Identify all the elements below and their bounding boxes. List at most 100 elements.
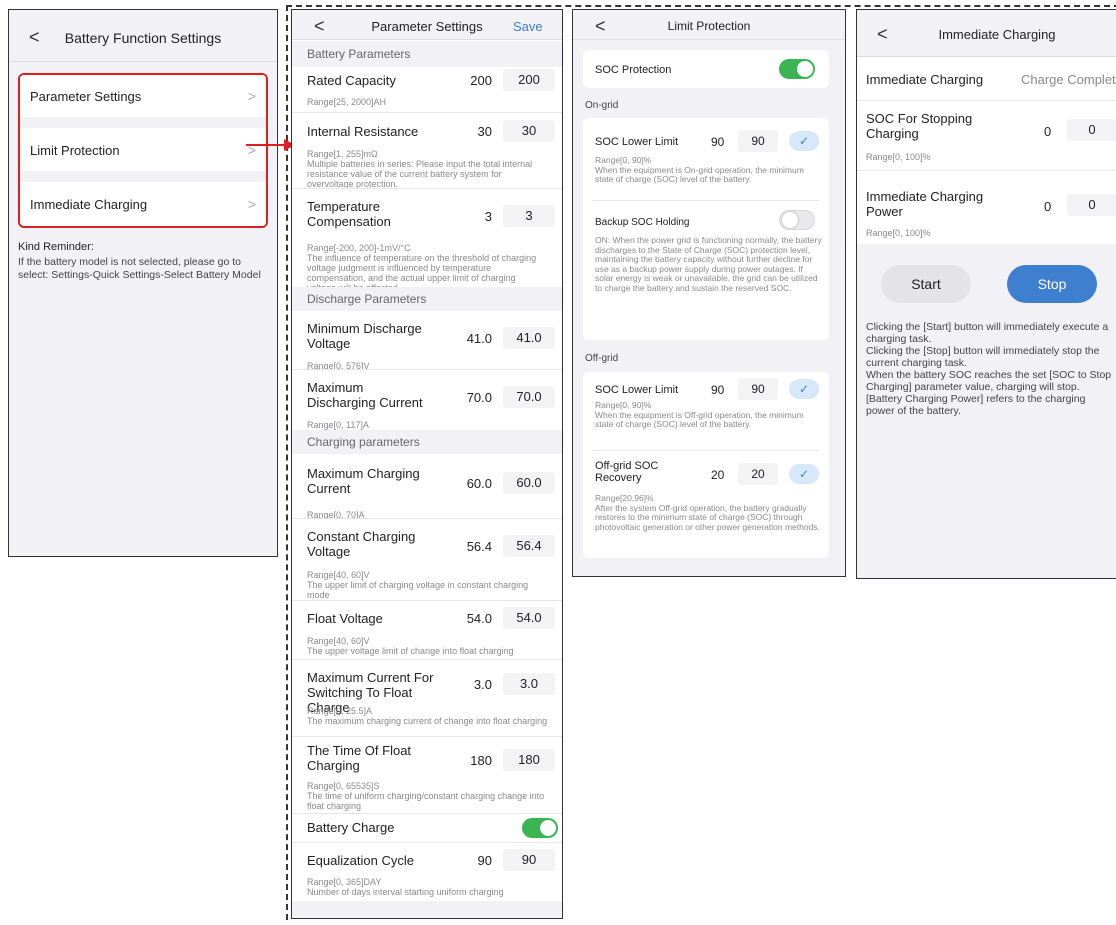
menu-item-label: Parameter Settings [30, 89, 142, 104]
soc-lower-limit-label: SOC Lower Limit [595, 136, 679, 148]
status-value: Charge Complete [1021, 72, 1116, 87]
param-input[interactable]: 70.0 [503, 386, 555, 408]
arrow-line [246, 144, 286, 146]
param-input[interactable]: 200 [503, 69, 555, 91]
param-row: Battery Charge [292, 814, 562, 842]
power-value: 0 [1044, 199, 1052, 214]
confirm-check-icon[interactable]: ✓ [789, 131, 819, 151]
limit-protection-screen: < Limit Protection SOC Protection On-gri… [572, 9, 846, 577]
param-hint: Range[1, 255]mΩ Multiple batteries in se… [307, 149, 533, 189]
off-grid-header: Off-grid [585, 353, 619, 364]
param-value: 3.0 [473, 677, 492, 692]
page-title: Battery Function Settings [64, 30, 222, 46]
param-row: SOC For Stopping Charging 0 0 Range[0, 1… [857, 101, 1116, 162]
param-input[interactable]: 41.0 [503, 327, 555, 349]
soc-protection-toggle[interactable] [779, 59, 815, 79]
immediate-charging-screen: < Immediate Charging Immediate Charging … [856, 9, 1116, 579]
off-grid-soc-recovery-value: 20 [711, 468, 725, 482]
soc-lower-limit-label: SOC Lower Limit [595, 384, 679, 396]
status-label: Immediate Charging [866, 72, 984, 87]
backup-soc-label: Backup SOC Holding [595, 217, 690, 228]
divider [593, 450, 819, 451]
chevron-right-icon: > [247, 88, 256, 104]
off-grid-soc-recovery-input[interactable]: 20 [738, 463, 778, 485]
param-input[interactable]: 56.4 [503, 535, 555, 557]
start-button[interactable]: Start [881, 265, 971, 303]
stop-soc-value: 0 [1044, 124, 1052, 139]
section-header: Battery Parameters [292, 41, 562, 67]
soc-protection-card: SOC Protection [583, 50, 829, 88]
param-input[interactable]: 60.0 [503, 472, 555, 494]
nav-bar: < Parameter Settings Save [292, 10, 562, 40]
section-header: Discharge Parameters [292, 287, 562, 311]
param-hint: Range[0, 65535]S The time of uniform cha… [307, 781, 545, 811]
param-input[interactable]: 54.0 [503, 607, 555, 629]
param-hint: Range[25, 2000]AH [307, 97, 387, 107]
param-label: Battery Charge [307, 820, 395, 835]
param-label: The Time Of Float Charging [307, 743, 412, 773]
param-hint: Range[0, 117]A [307, 420, 369, 430]
param-label: Rated Capacity [307, 73, 396, 88]
menu-item-limit-protection[interactable]: Limit Protection > [20, 128, 266, 171]
chevron-right-icon: > [247, 196, 256, 212]
param-label: Constant Charging Voltage [307, 529, 416, 559]
param-value: 60.0 [466, 476, 492, 491]
param-value: 30 [477, 124, 492, 139]
param-value: 56.4 [466, 539, 492, 554]
on-grid-card: SOC Lower Limit 90 90 ✓ Range[0, 90]% Wh… [583, 118, 829, 340]
param-hint: Range[40, 60]V The upper voltage limit o… [307, 636, 514, 656]
param-input[interactable]: 90 [503, 849, 555, 871]
off-grid-soc-recovery-label: Off-grid SOC Recovery [595, 460, 659, 484]
stop-soc-hint: Range[0, 100]% [866, 152, 931, 162]
reminder-title: Kind Reminder: [18, 241, 94, 253]
backup-soc-toggle[interactable] [779, 210, 815, 230]
soc-lower-limit-value: 90 [711, 383, 725, 397]
battery-charge-toggle[interactable] [522, 818, 558, 838]
param-row: Maximum Current For Switching To Float C… [292, 660, 562, 736]
param-input[interactable]: 3.0 [503, 673, 555, 695]
battery-function-screen: < Battery Function Settings Parameter Se… [8, 9, 278, 557]
param-row: Temperature Compensation 3 3 Range[-200,… [292, 189, 562, 293]
save-button[interactable]: Save [513, 19, 543, 34]
parameter-settings-screen: < Parameter Settings Save Battery Parame… [291, 9, 563, 919]
param-row: Maximum Discharging Current 70.0 70.0 Ra… [292, 370, 562, 430]
stop-soc-label: SOC For Stopping Charging [866, 111, 973, 141]
param-label: Temperature Compensation [307, 199, 391, 229]
power-hint: Range[0, 100]% [866, 228, 931, 238]
param-input[interactable]: 30 [503, 120, 555, 142]
param-row: Immediate Charging Power 0 0 Range[0, 10… [857, 171, 1116, 241]
param-row: The Time Of Float Charging 180 180 Range… [292, 737, 562, 813]
divider [593, 200, 819, 201]
param-label: Internal Resistance [307, 124, 419, 139]
power-label: Immediate Charging Power [866, 189, 984, 219]
status-row: Immediate Charging Charge Complete [857, 58, 1116, 100]
param-value: 70.0 [466, 390, 492, 405]
param-label: Equalization Cycle [307, 853, 414, 868]
menu-item-immediate-charging[interactable]: Immediate Charging > [20, 182, 266, 226]
stop-button[interactable]: Stop [1007, 265, 1097, 303]
param-row: Rated Capacity 200 200 Range[25, 2000]AH [292, 67, 562, 117]
param-input[interactable]: 180 [503, 749, 555, 771]
nav-bar: < Immediate Charging [857, 10, 1116, 57]
param-value: 180 [470, 753, 492, 768]
confirm-check-icon[interactable]: ✓ [789, 464, 819, 484]
menu-item-parameter-settings[interactable]: Parameter Settings > [20, 75, 266, 117]
soc-protection-label: SOC Protection [595, 64, 672, 76]
param-row: Equalization Cycle 90 90 Range[0, 365]DA… [292, 843, 562, 901]
param-row: Constant Charging Voltage 56.4 56.4 Rang… [292, 519, 562, 601]
soc-lower-limit-input[interactable]: 90 [738, 130, 778, 152]
soc-lower-limit-hint: Range[0, 90]% When the equipment is Off-… [595, 400, 804, 429]
reminder-text: If the battery model is not selected, pl… [18, 256, 261, 281]
menu-item-label: Immediate Charging [30, 197, 148, 212]
stop-soc-input[interactable]: 0 [1067, 119, 1116, 141]
soc-lower-limit-input[interactable]: 90 [738, 378, 778, 400]
param-input[interactable]: 3 [503, 205, 555, 227]
param-row: Maximum Charging Current 60.0 60.0 Range… [292, 454, 562, 520]
param-value: 200 [470, 73, 492, 88]
confirm-check-icon[interactable]: ✓ [789, 379, 819, 399]
soc-lower-limit-hint: Range[0, 90]% When the equipment is On-g… [595, 155, 804, 184]
param-label: Maximum Charging Current [307, 466, 420, 496]
page-title: Immediate Charging [938, 27, 1056, 42]
power-input[interactable]: 0 [1067, 194, 1116, 216]
param-row: Internal Resistance 30 30 Range[1, 255]m… [292, 113, 562, 189]
